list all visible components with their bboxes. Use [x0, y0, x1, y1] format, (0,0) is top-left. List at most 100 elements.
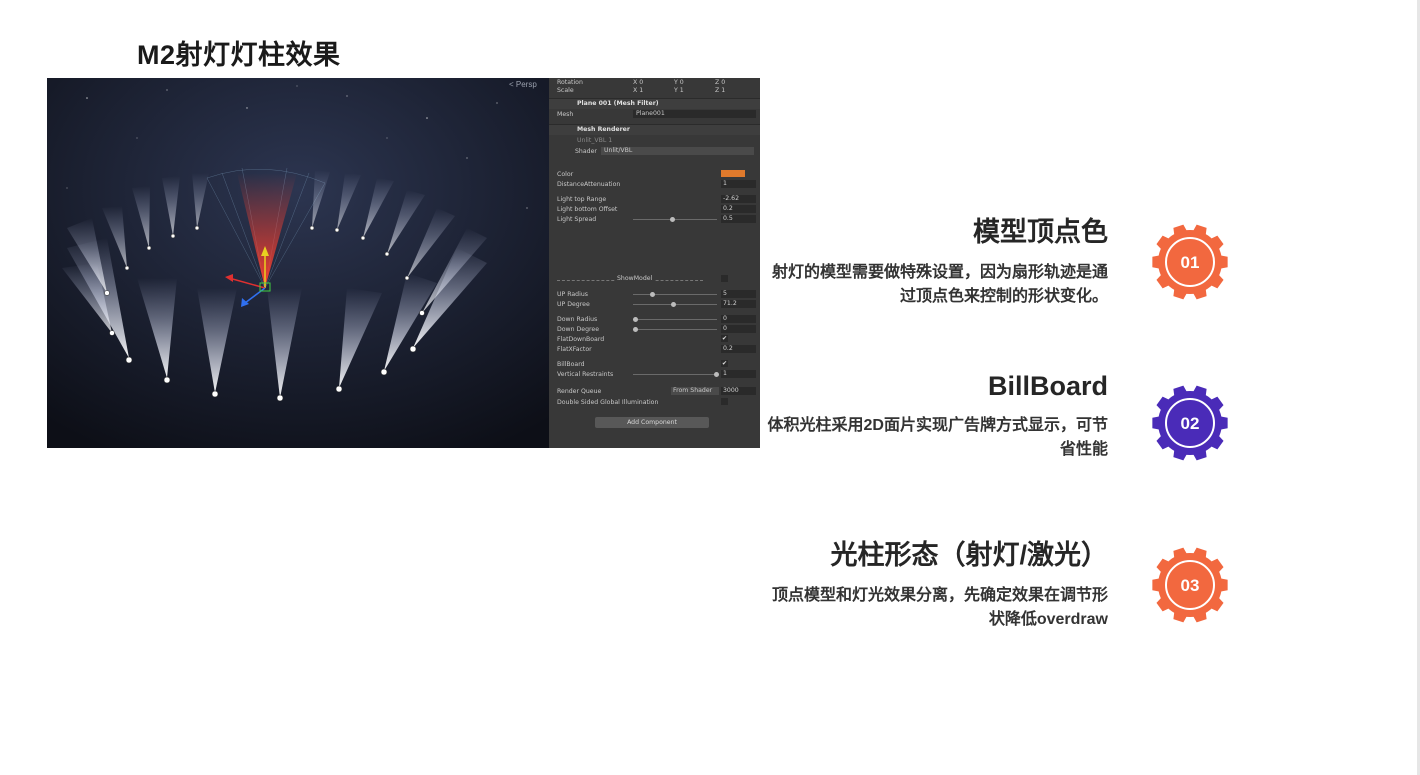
light-top-range-label: Light top Range — [557, 196, 607, 203]
flat-down-board-checkbox[interactable]: ✔ — [721, 335, 728, 342]
billboard-checkbox[interactable]: ✔ — [721, 360, 728, 367]
up-degree-slider[interactable] — [633, 302, 717, 307]
color-swatch[interactable] — [721, 170, 745, 177]
perspective-label[interactable]: < Persp — [509, 80, 537, 89]
light-top-range-field[interactable]: -2.62 — [721, 195, 756, 203]
gear-icon: 02 — [1152, 385, 1228, 461]
number-badge-01: 01 — [1150, 222, 1230, 302]
feature-description: 顶点模型和灯光效果分离，先确定效果在调节形状降低overdraw — [771, 587, 1108, 628]
slider-knob[interactable] — [671, 302, 676, 307]
rotation-z[interactable]: Z 0 — [715, 79, 725, 86]
down-radius-field[interactable]: 0 — [721, 315, 756, 323]
slider-knob[interactable] — [633, 317, 638, 322]
render-queue-dropdown[interactable]: From Shader — [671, 387, 719, 395]
light-bottom-offset-row: Light bottom Offset 0.2 — [549, 205, 760, 215]
page-title: M2射灯灯柱效果 — [137, 40, 341, 70]
vertical-restraints-field[interactable]: 1 — [721, 370, 756, 378]
down-radius-slider[interactable] — [633, 317, 717, 322]
flat-down-board-label: FlatDownBoard — [557, 336, 605, 343]
rotation-y[interactable]: Y 0 — [674, 79, 684, 86]
down-degree-slider[interactable] — [633, 327, 717, 332]
mesh-filter-header[interactable]: Plane 001 (Mesh Filter) — [549, 98, 760, 109]
unity-editor-screenshot: < Persp Rotation X 0 Y 0 Z 0 Scale X 1 Y… — [47, 78, 760, 448]
number-badge-02: 02 — [1150, 383, 1230, 463]
gear-icon: 03 — [1152, 547, 1228, 623]
feature-item-01: 模型顶点色 射灯的模型需要做特殊设置，因为扇形轨迹是通过顶点色来控制的形状变化。 — [763, 210, 1108, 309]
scale-z[interactable]: Z 1 — [715, 87, 725, 94]
light-spread-slider[interactable] — [633, 217, 717, 222]
double-sided-gi-checkbox[interactable] — [721, 398, 728, 405]
render-queue-row: Render Queue From Shader 3000 — [549, 387, 760, 397]
shader-dropdown[interactable]: Unlit/VBL — [601, 147, 754, 155]
light-spread-field[interactable]: 0.5 — [721, 215, 756, 223]
rotation-label: Rotation — [557, 79, 583, 86]
flat-x-factor-row: FlatXFactor 0.2 — [549, 345, 760, 355]
up-radius-row: UP Radius 5 — [549, 290, 760, 300]
vertical-restraints-slider[interactable] — [633, 372, 719, 377]
mesh-renderer-header[interactable]: Mesh Renderer — [549, 124, 760, 135]
light-spread-row: Light Spread 0.5 — [549, 215, 760, 225]
slider-knob[interactable] — [714, 372, 719, 377]
rotation-x[interactable]: X 0 — [633, 79, 643, 86]
add-component-button[interactable]: Add Component — [595, 417, 709, 428]
vertical-restraints-row: Vertical Restraints 1 — [549, 370, 760, 380]
billboard-label: BillBoard — [557, 361, 585, 368]
material-row: Unlit_VBL 1 — [549, 136, 760, 146]
down-radius-row: Down Radius 0 — [549, 315, 760, 325]
badge-number: 03 — [1181, 576, 1200, 595]
number-badge-03: 03 — [1150, 545, 1230, 625]
feature-title: BillBoard — [987, 371, 1108, 401]
scale-x[interactable]: X 1 — [633, 87, 643, 94]
distance-attenuation-label: DistanceAttenuation — [557, 181, 621, 188]
up-radius-label: UP Radius — [557, 291, 588, 298]
badge-number: 01 — [1181, 253, 1200, 272]
feature-title: 光柱形态（射灯/激光） — [830, 540, 1108, 570]
color-label: Color — [557, 171, 574, 178]
shader-label: Shader — [575, 148, 597, 155]
up-radius-slider[interactable] — [633, 292, 717, 297]
light-top-range-row: Light top Range -2.62 — [549, 195, 760, 205]
spotlight-scene-render — [47, 78, 549, 448]
slider-knob[interactable] — [670, 217, 675, 222]
down-degree-field[interactable]: 0 — [721, 325, 756, 333]
feature-description: 射灯的模型需要做特殊设置，因为扇形轨迹是通过顶点色来控制的形状变化。 — [771, 264, 1108, 305]
show-model-label: ShowModel — [615, 275, 655, 282]
double-sided-gi-row: Double Sided Global Illumination — [549, 398, 760, 408]
badge-number: 02 — [1181, 414, 1200, 433]
mesh-renderer-title: Mesh Renderer — [577, 126, 630, 133]
distance-attenuation-field[interactable]: 1 — [721, 180, 756, 188]
slider-knob[interactable] — [633, 327, 638, 332]
feature-item-03: 光柱形态（射灯/激光） 顶点模型和灯光效果分离，先确定效果在调节形状降低over… — [763, 533, 1108, 632]
scale-y[interactable]: Y 1 — [674, 87, 684, 94]
down-degree-label: Down Degree — [557, 326, 600, 333]
feature-description: 体积光柱采用2D面片实现广告牌方式显示，可节省性能 — [767, 417, 1108, 458]
scene-view[interactable]: < Persp — [47, 78, 549, 448]
light-spread-label: Light Spread — [557, 216, 597, 223]
up-radius-field[interactable]: 5 — [721, 290, 756, 298]
light-bottom-offset-field[interactable]: 0.2 — [721, 205, 756, 213]
light-bottom-offset-label: Light bottom Offset — [557, 206, 618, 213]
show-model-checkbox[interactable] — [721, 275, 728, 282]
feature-item-02: BillBoard 体积光柱采用2D面片实现广告牌方式显示，可节省性能 — [763, 371, 1108, 462]
flat-x-factor-field[interactable]: 0.2 — [721, 345, 756, 353]
render-queue-label: Render Queue — [557, 388, 602, 395]
scale-label: Scale — [557, 87, 574, 94]
up-degree-row: UP Degree 71.2 — [549, 300, 760, 310]
mesh-field[interactable]: Plane001 — [633, 110, 756, 118]
down-radius-label: Down Radius — [557, 316, 598, 323]
mesh-label: Mesh — [557, 111, 574, 118]
distance-attenuation-row: DistanceAttenuation 1 — [549, 180, 760, 190]
mesh-row: Mesh Plane001 — [549, 110, 760, 120]
gear-icon: 01 — [1152, 224, 1228, 300]
render-queue-field[interactable]: 3000 — [721, 387, 756, 395]
slider-knob[interactable] — [650, 292, 655, 297]
up-degree-field[interactable]: 71.2 — [721, 300, 756, 308]
feature-title: 模型顶点色 — [973, 217, 1108, 247]
billboard-row: BillBoard ✔ — [549, 360, 760, 370]
double-sided-gi-label: Double Sided Global Illumination — [557, 399, 659, 406]
down-degree-row: Down Degree 0 — [549, 325, 760, 335]
mesh-filter-title: Plane 001 (Mesh Filter) — [577, 100, 659, 107]
inspector-panel: Rotation X 0 Y 0 Z 0 Scale X 1 Y 1 Z 1 P… — [549, 78, 760, 448]
up-degree-label: UP Degree — [557, 301, 590, 308]
material-name: Unlit_VBL 1 — [577, 137, 613, 144]
